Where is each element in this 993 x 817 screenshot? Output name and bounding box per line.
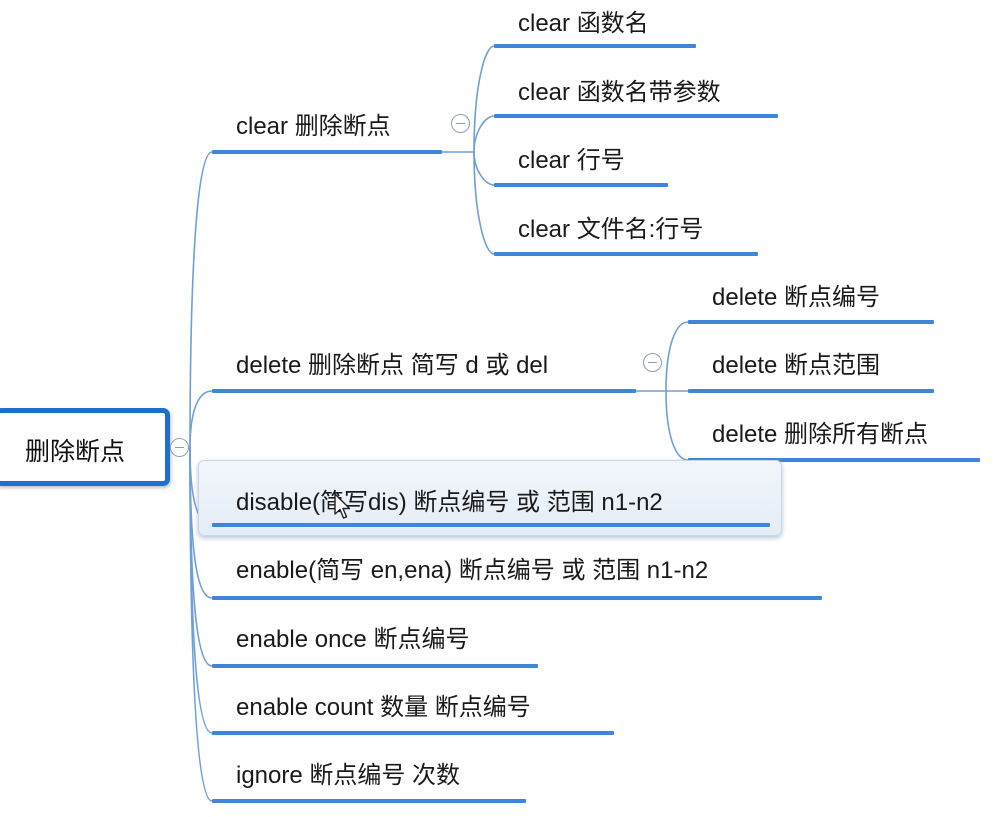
connector-delete-c1: [665, 321, 689, 392]
branch-enable-once-label[interactable]: enable once 断点编号: [236, 625, 469, 655]
branch-enable-label[interactable]: enable(简写 en,ena) 断点编号 或 范围 n1-n2: [236, 556, 708, 586]
branch-enable-count-underline: [212, 731, 614, 735]
collapse-minus-icon[interactable]: [170, 438, 189, 457]
collapse-minus-icon[interactable]: [451, 114, 470, 133]
branch-clear-underline: [212, 150, 442, 154]
branch-disable-underline: [212, 523, 770, 527]
clear-child-underline: [494, 183, 668, 187]
branch-disable-label[interactable]: disable(简写dis) 断点编号 或 范围 n1-n2: [236, 488, 663, 518]
branch-ignore-label[interactable]: ignore 断点编号 次数: [236, 761, 460, 791]
clear-child-underline: [494, 44, 696, 48]
branch-ignore-underline: [212, 799, 526, 803]
delete-child-underline: [688, 389, 934, 393]
delete-child-all[interactable]: delete 删除所有断点: [712, 420, 928, 450]
branch-enable-count-label[interactable]: enable count 数量 断点编号: [236, 693, 531, 723]
clear-child-function-name[interactable]: clear 函数名: [518, 9, 649, 39]
branch-enable-underline: [212, 596, 822, 600]
clear-child-line-number[interactable]: clear 行号: [518, 146, 625, 176]
connector-root-delete: [189, 390, 213, 449]
connector-clear-c3: [473, 151, 495, 186]
connector-root-clear: [189, 151, 213, 449]
branch-enable-once-underline: [212, 664, 538, 668]
mouse-cursor-icon: [334, 493, 351, 519]
clear-child-file-line[interactable]: clear 文件名:行号: [518, 215, 703, 245]
clear-child-underline: [494, 252, 758, 256]
collapse-minus-icon[interactable]: [643, 353, 662, 372]
branch-clear-label[interactable]: clear 删除断点: [236, 112, 391, 142]
connector-delete-c3: [665, 390, 689, 461]
branch-delete-label[interactable]: delete 删除断点 简写 d 或 del: [236, 351, 548, 381]
branch-delete-underline: [212, 389, 636, 393]
connector-clear-c2: [473, 115, 495, 153]
delete-child-number[interactable]: delete 断点编号: [712, 283, 880, 313]
delete-child-range[interactable]: delete 断点范围: [712, 351, 880, 381]
clear-child-underline: [494, 114, 778, 118]
clear-child-function-args[interactable]: clear 函数名带参数: [518, 78, 721, 108]
root-node-label: 删除断点: [25, 438, 126, 466]
delete-child-underline: [688, 320, 934, 324]
